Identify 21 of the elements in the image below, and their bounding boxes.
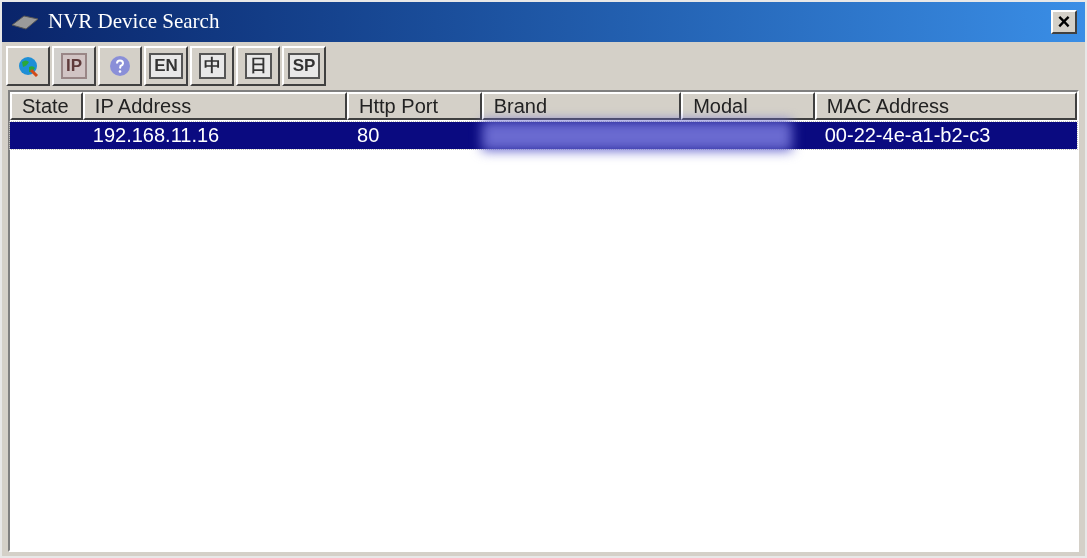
toolbar-button[interactable]: SP xyxy=(282,46,326,86)
table-cell-text: 80 xyxy=(356,123,381,148)
column-header[interactable]: State xyxy=(10,92,83,120)
table-cell-text: 192.168.11.16 xyxy=(91,123,221,148)
close-button[interactable]: × xyxy=(1051,10,1077,34)
toolbar-button[interactable] xyxy=(98,46,142,86)
toolbar-button[interactable]: EN xyxy=(144,46,188,86)
column-header[interactable]: Modal xyxy=(681,92,815,120)
column-header[interactable]: Brand xyxy=(481,92,682,120)
table-row[interactable]: 192.168.11.16 80 00-22-4e-a1-b2-c3 xyxy=(10,122,1077,149)
window-title: NVR Device Search xyxy=(48,8,221,36)
table-cell-text: 00-22-4e-a1-b2-c3 xyxy=(823,123,992,148)
toolbar-button[interactable]: 日 xyxy=(236,46,280,86)
toolbar-button[interactable] xyxy=(6,46,50,86)
help-icon xyxy=(109,55,131,77)
column-header[interactable]: IP Address xyxy=(82,92,348,120)
globe-icon xyxy=(17,55,39,77)
device-icon xyxy=(10,13,40,31)
column-header[interactable]: MAC Address xyxy=(814,92,1077,120)
toolbar-button[interactable]: 中 xyxy=(190,46,234,86)
column-header[interactable]: Http Port xyxy=(347,92,482,120)
